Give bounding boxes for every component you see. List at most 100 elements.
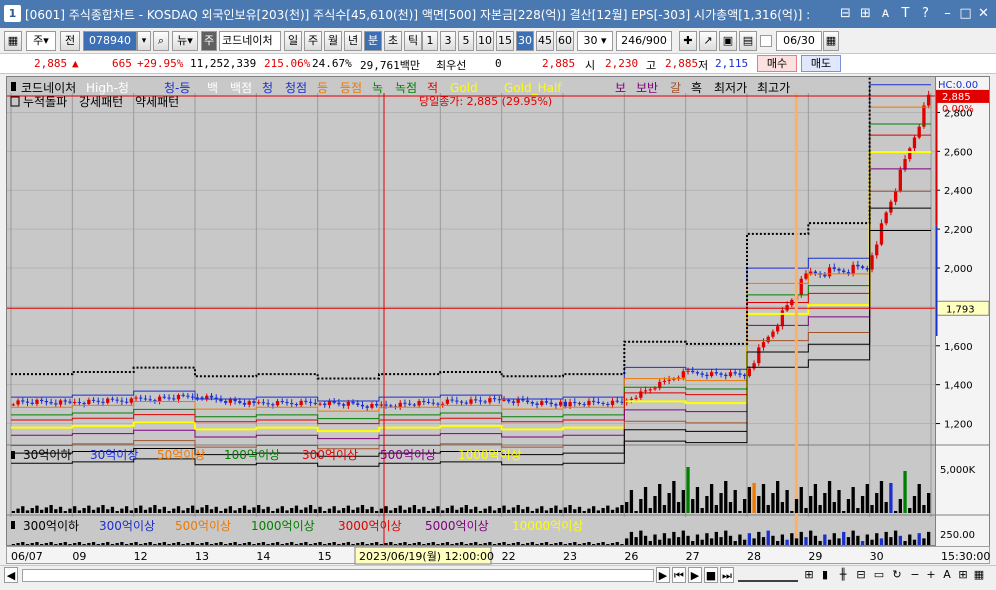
pattern-checkbox-icon xyxy=(10,96,20,107)
amount-bar xyxy=(483,543,487,545)
scroll-left-icon[interactable]: ◀ xyxy=(4,567,18,583)
amount-bar xyxy=(195,544,200,545)
grid-icon[interactable]: ▦ xyxy=(4,31,22,51)
volume-bar xyxy=(280,506,284,513)
ask-price: 2,885 xyxy=(542,57,576,70)
price-axis[interactable]: HC:0.002,8002,6002,4002,2002,0001,8001,6… xyxy=(936,76,990,546)
calendar-icon[interactable]: ▦ xyxy=(823,31,839,51)
candle-body xyxy=(540,401,544,405)
search-icon[interactable]: ⌕ xyxy=(153,31,169,51)
amount-bar xyxy=(662,533,667,545)
stock-name-field[interactable]: 코드네이처 xyxy=(219,31,281,51)
zoom-slider[interactable] xyxy=(738,569,798,582)
volume-bar xyxy=(540,506,544,513)
candle-type-icon[interactable]: ⊟ xyxy=(854,567,868,583)
draw-tool-icon[interactable]: ✚ xyxy=(679,31,697,51)
volume-bar xyxy=(356,507,360,513)
volume-bar xyxy=(587,508,591,513)
rotate-icon[interactable]: ↻ xyxy=(890,567,904,583)
amount-bar xyxy=(681,530,685,545)
help-icon[interactable]: ? xyxy=(918,5,933,22)
stop-icon[interactable]: ■ xyxy=(704,567,718,583)
maximize-icon[interactable]: □ xyxy=(958,5,973,22)
scroll-right-icon[interactable]: ▶ xyxy=(656,567,670,583)
volume-bar xyxy=(294,505,299,513)
interval-button[interactable]: 5 xyxy=(458,31,474,51)
interval-button[interactable]: 30 xyxy=(516,31,534,51)
amount-bar xyxy=(228,543,233,545)
candle-body xyxy=(601,402,605,404)
volume-bar xyxy=(483,508,487,513)
amount-bar xyxy=(148,542,152,545)
news-button[interactable]: 뉴▾ xyxy=(172,31,198,51)
scale-icon[interactable]: A xyxy=(940,567,954,583)
date-label: 13 xyxy=(195,550,209,563)
period-button[interactable]: 초 xyxy=(384,31,402,51)
first-icon[interactable]: ⏮ xyxy=(672,567,686,583)
period-button[interactable]: 틱 xyxy=(404,31,422,51)
interval-button[interactable]: 1 xyxy=(422,31,438,51)
amount-bar xyxy=(408,544,412,545)
price-chart[interactable]: 코드네이처 High-청 청-등 백 백점 청 청점 등 등점 녹 녹점 적 Gold Gold_Half… xyxy=(7,77,936,546)
amount-bar xyxy=(582,543,586,545)
bar-type-icon[interactable]: ▮ xyxy=(818,567,832,583)
sell-button[interactable]: 매도 xyxy=(801,55,841,72)
interval-button[interactable]: 3 xyxy=(440,31,456,51)
time-label: 15:30:00 xyxy=(941,550,990,563)
line-tool-icon[interactable]: ↗ xyxy=(699,31,717,51)
candle-body xyxy=(167,397,171,399)
chart-area[interactable]: 코드네이처 High-청 청-등 백 백점 청 청점 등 등점 녹 녹점 적 Gold Gold_Half… xyxy=(6,76,936,546)
buy-button[interactable]: 매수 xyxy=(757,55,797,72)
play-icon[interactable]: ▶ xyxy=(688,567,702,583)
link-icon[interactable]: ⊞ xyxy=(858,5,873,22)
chart-type-icon[interactable]: ⊞ xyxy=(802,567,816,583)
interval-button[interactable]: 45 xyxy=(536,31,554,51)
volume-bar xyxy=(790,511,794,513)
volume-bar xyxy=(153,505,157,513)
screen-icon[interactable]: ▭ xyxy=(872,567,886,583)
zoom-in-icon[interactable]: + xyxy=(924,567,938,583)
candle-body xyxy=(681,371,685,378)
settings-icon[interactable]: ▦ xyxy=(972,567,986,583)
stock-code-input[interactable]: 078940 xyxy=(83,31,137,51)
text-icon[interactable]: T xyxy=(898,5,913,22)
interval-input[interactable]: 30 ▾ xyxy=(577,31,613,51)
period-button[interactable]: 년 xyxy=(344,31,362,51)
font-icon[interactable]: ᴀ xyxy=(878,5,893,22)
volume-bar xyxy=(733,490,737,513)
period-button[interactable]: 분 xyxy=(364,31,382,51)
zoom-out-icon[interactable]: − xyxy=(908,567,922,583)
save-icon[interactable]: ▣ xyxy=(719,31,737,51)
period-button[interactable]: 월 xyxy=(324,31,342,51)
amount-bar xyxy=(856,535,860,545)
amount-bar xyxy=(879,538,884,545)
volume-bar xyxy=(266,506,270,513)
date-input[interactable]: 06/30 xyxy=(776,31,822,51)
amount-bar xyxy=(558,542,563,545)
interval-button[interactable]: 60 xyxy=(556,31,574,51)
chart-scrollbar[interactable]: ◀ ▶ ⏮ ▶ ■ ⏭ ⊞ ▮ ╫ ⊟ ▭ ↻ − + A ⊞ ▦ xyxy=(0,565,996,585)
calendar-tool-icon[interactable]: ▤ xyxy=(739,31,757,51)
count-input[interactable]: 246/900 xyxy=(616,31,672,51)
minimize-icon[interactable]: – xyxy=(940,5,955,22)
code-dropdown-icon[interactable]: ▾ xyxy=(137,31,151,51)
window-icon[interactable]: ⊟ xyxy=(838,5,853,22)
amount-bar xyxy=(474,542,478,545)
line-type-icon[interactable]: ╫ xyxy=(836,567,850,583)
volume-bar xyxy=(82,508,86,513)
grid-view-icon[interactable]: ⊞ xyxy=(956,567,970,583)
period-button[interactable]: 일 xyxy=(284,31,302,51)
volume-bar xyxy=(601,508,605,513)
scroll-track[interactable] xyxy=(22,569,654,582)
close-icon[interactable]: ✕ xyxy=(976,5,991,22)
date-checkbox[interactable] xyxy=(760,35,772,47)
market-select[interactable]: 주▾ xyxy=(26,31,56,51)
interval-button[interactable]: 15 xyxy=(496,31,514,51)
candle-body xyxy=(879,223,884,245)
interval-button[interactable]: 10 xyxy=(476,31,494,51)
price-tick-label: 1,600 xyxy=(944,342,973,353)
amount-bar xyxy=(676,537,681,545)
prev-button[interactable]: 전 xyxy=(60,31,80,51)
last-icon[interactable]: ⏭ xyxy=(720,567,734,583)
period-button[interactable]: 주 xyxy=(304,31,322,51)
